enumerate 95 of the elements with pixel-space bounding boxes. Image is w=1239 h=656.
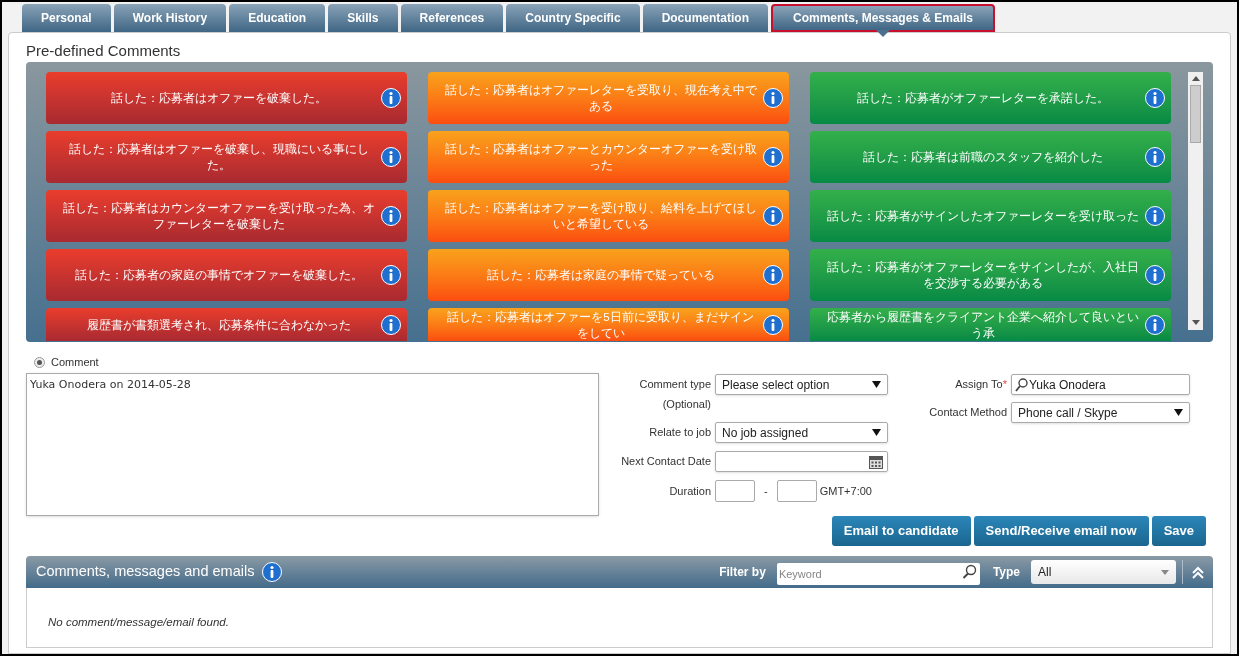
comment-card[interactable]: 話した：応募者は前職のスタッフを紹介した [810,131,1171,183]
type-label: Type [992,564,1020,581]
info-icon[interactable] [1145,314,1165,335]
keyword-input[interactable]: Keyword [776,563,980,585]
section-title: Pre-defined Comments [26,41,182,61]
action-button[interactable]: Send/Receive email now [973,516,1149,546]
filter-label: Filter by [719,564,766,581]
comment-card[interactable]: 履歴書が書類選考され、応募条件に合わなかった [46,308,407,341]
comment-card[interactable]: 話した：応募者はオファーレターを受取り、現在考え中である [428,72,789,124]
comment-card[interactable]: 話した：応募者がオファーレターをサインしたが、入社日を交渉する必要がある [810,249,1171,301]
comment-card[interactable]: 話した：応募者はオファーを破棄した。 [46,72,407,124]
field-label: Comment type [638,377,711,392]
collapse-icon[interactable] [1191,565,1205,579]
comment-card[interactable]: 話した：応募者は家庭の事情で疑っている [428,249,789,301]
info-icon[interactable] [1145,265,1165,285]
comment-card[interactable]: 話した：応募者はオファーとカウンターオファーを受け取った [428,131,789,183]
comment-text: 話した：応募者がオファーレターを承諾した。 [855,91,1110,106]
comment-type-dropdown[interactable]: Please select option [715,374,888,395]
info-icon[interactable] [1145,147,1165,167]
tab[interactable]: Skills [328,4,398,32]
comment-text: 話した：応募者はオファーを破棄し、現職にいる事にした。 [67,142,370,173]
comment-input[interactable]: Yuka Onodera on 2014-05-28 [26,373,599,516]
comment-text: 履歴書が書類選考され、応募条件に合わなかった [85,317,352,333]
field-label: Assign To [955,377,1003,393]
comment-card[interactable]: 話した：応募者はオファーを受け取り、給料を上げてほしいと希望している [428,190,789,242]
job-dropdown[interactable]: No job assigned [715,422,888,443]
caret-icon [1161,569,1169,575]
scroll-up-icon[interactable] [1191,76,1200,81]
info-icon[interactable] [763,206,783,226]
action-button[interactable]: Save [1151,516,1206,546]
comment-text: 話した：応募者はオファーを受け取り、給料を上げてほしいと希望している [443,201,758,232]
comment-text: 話した：応募者はオファーを破棄した。 [109,91,328,106]
assign-to-input[interactable]: Yuka Onodera [1011,374,1190,395]
search-icon[interactable] [961,564,977,579]
radio-button[interactable] [34,356,45,368]
comment-text: 話した：応募者は前職のスタッフを紹介した [861,150,1104,165]
comment-text: 話した：応募者はカウンターオファーを受け取った為、オファーレターを破棄した [61,201,376,232]
tab[interactable]: References [400,4,504,32]
timezone-label: GMT+7:00 [819,483,872,499]
info-icon[interactable] [381,147,401,167]
comment-card[interactable]: 話した：応募者はカウンターオファーを受け取った為、オファーレターを破棄した [46,190,407,242]
info-icon[interactable] [262,562,283,582]
comment-text: 話した：応募者はオファーとカウンターオファーを受け取った [443,142,758,173]
required-mark: * [1002,377,1007,393]
comment-card[interactable]: 話した：応募者がサインしたオファーレターを受け取った [810,190,1171,242]
field-label: Next Contact Date [620,454,712,470]
caret-icon [872,381,881,388]
calendar-icon[interactable] [869,454,883,469]
info-icon[interactable] [381,265,401,285]
tab[interactable]: Education [229,4,326,32]
tab[interactable]: Documentation [642,4,768,32]
tab[interactable]: Personal [22,4,111,32]
date-input[interactable] [715,451,888,472]
info-icon[interactable] [1145,206,1165,226]
range-separator: - [764,483,768,499]
action-button[interactable]: Email to candidate [831,516,971,546]
field-label: Duration [668,483,712,499]
section-heading: Comments, messages and emails [36,562,255,582]
comment-card[interactable]: 応募者から履歴書をクライアント企業へ紹介して良いという承 [810,308,1171,341]
search-icon [1015,377,1028,392]
info-icon[interactable] [1145,88,1165,108]
scrollbar[interactable] [1188,72,1203,330]
comment-text: 話した：応募者は家庭の事情で疑っている [485,268,716,283]
info-icon[interactable] [763,265,783,285]
caret-icon [872,429,881,436]
field-label: Contact Method [928,405,1008,421]
info-icon[interactable] [763,88,783,108]
comment-card[interactable]: 話した：応募者はオファーを5日前に受取り、まだサインをしてい [428,308,789,341]
empty-message: No comment/message/email found. [48,616,229,628]
scroll-thumb[interactable] [1190,85,1201,143]
info-icon[interactable] [763,147,783,167]
comment-text: 話した：応募者はオファーレターを受取り、現在考え中である [443,83,758,114]
comment-card[interactable]: 話した：応募者がオファーレターを承諾した。 [810,72,1171,124]
field-label: (Optional) [661,397,711,412]
radio-label: Comment [51,354,99,370]
duration-end-input[interactable] [776,480,817,502]
scroll-down-icon[interactable] [1191,320,1200,325]
comment-card[interactable]: 話した：応募者の家庭の事情でオファーを破棄した。 [46,249,407,301]
info-icon[interactable] [381,314,401,335]
comment-text: 話した：応募者がサインしたオファーレターを受け取った [825,209,1140,224]
field-label: Relate to job [648,425,712,441]
comment-text: 話した：応募者はオファーを5日前に受取り、まだサインをしてい [446,309,755,341]
tab[interactable]: Country Specific [506,4,640,32]
comment-text: 話した：応募者がオファーレターをサインしたが、入社日を交渉する必要がある [825,260,1140,291]
comment-text: 話した：応募者の家庭の事情でオファーを破棄した。 [73,268,364,283]
info-icon[interactable] [381,206,401,226]
caret-icon [1174,409,1183,416]
comment-text: 応募者から履歴書をクライアント企業へ紹介して良いという承 [825,309,1140,341]
comment-card[interactable]: 話した：応募者はオファーを破棄し、現職にいる事にした。 [46,131,407,183]
duration-start-input[interactable] [715,480,755,502]
info-icon[interactable] [763,314,783,335]
info-icon[interactable] [381,88,401,108]
type-dropdown[interactable]: All [1031,560,1176,584]
contact-method-dropdown[interactable]: Phone call / Skype [1011,402,1190,423]
tab[interactable]: Work History [113,4,227,32]
